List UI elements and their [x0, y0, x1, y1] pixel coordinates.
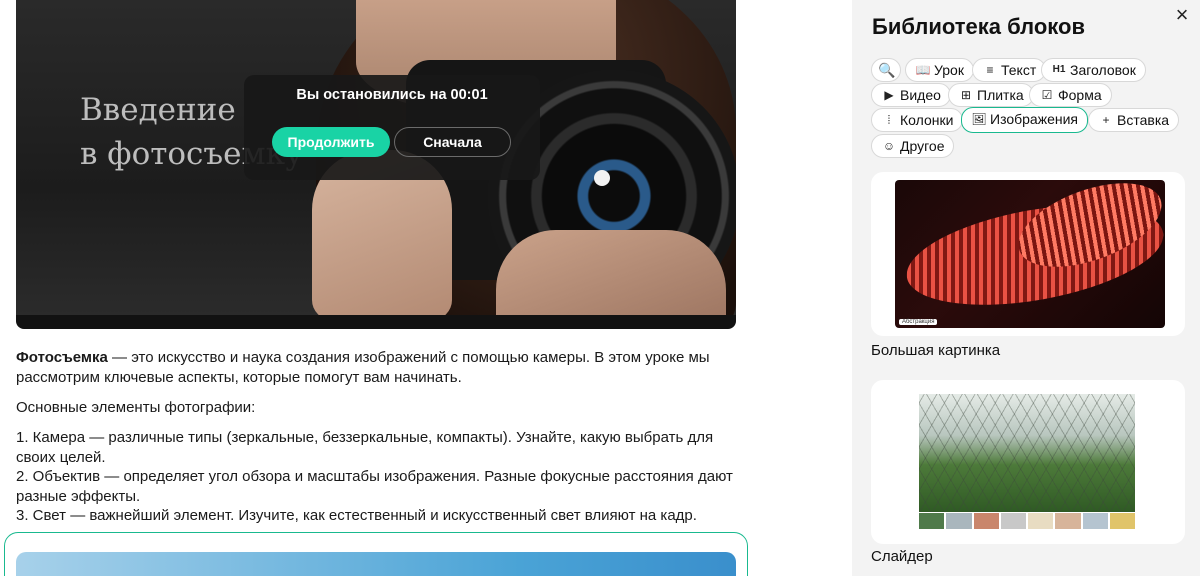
chip-label: Урок: [934, 62, 964, 78]
lesson-list: 1. Камера — различные типы (зеркальные, …: [16, 428, 740, 526]
chip-other[interactable]: ☺ Другое: [871, 134, 955, 158]
search-icon: 🔍: [878, 62, 896, 78]
slider-thumbnail: [1109, 513, 1135, 529]
chip-label: Плитка: [977, 87, 1024, 103]
slider-thumbnail: [946, 513, 972, 529]
list-item: 2. Объектив — определяет угол обзора и м…: [16, 468, 733, 505]
chip-lesson[interactable]: 📖 Урок: [905, 58, 974, 82]
chip-search[interactable]: 🔍: [871, 58, 901, 82]
continue-button[interactable]: Продолжить: [272, 127, 390, 157]
chip-text[interactable]: ≡ Текст: [972, 58, 1047, 82]
lesson-text: Фотосъемка — это искусство и наука созда…: [16, 348, 740, 524]
book-icon: 📖: [915, 63, 931, 77]
image-block-preview: [16, 552, 736, 576]
close-icon[interactable]: ×: [1170, 4, 1194, 28]
chip-label: Вставка: [1117, 112, 1170, 128]
slider-thumbnail: [1028, 513, 1054, 529]
chip-label: Другое: [900, 138, 945, 154]
chip-label: Форма: [1058, 87, 1102, 103]
list-item: 1. Камера — различные типы (зеркальные, …: [16, 429, 714, 466]
card-label-big-image: Большая картинка: [871, 342, 1001, 359]
chip-label: Изображения: [990, 111, 1078, 127]
lesson-intro: Фотосъемка — это искусство и наука созда…: [16, 348, 740, 387]
image-caption: Абстракция: [899, 319, 938, 325]
slider-preview-image: [919, 394, 1135, 512]
chip-images[interactable]: 🖼 Изображения: [961, 107, 1088, 133]
slider-thumbnail: [1000, 513, 1026, 529]
chip-heading[interactable]: H1 Заголовок: [1041, 58, 1146, 82]
chip-label: Текст: [1001, 62, 1037, 78]
big-image-preview: Абстракция: [895, 180, 1165, 328]
chip-label: Колонки: [900, 112, 954, 128]
chip-tiles[interactable]: ⊞ Плитка: [948, 83, 1034, 107]
video-icon: ▶: [884, 88, 894, 102]
slider-thumbnail: [1082, 513, 1108, 529]
slider-thumbnail: [973, 513, 999, 529]
text-icon: ≡: [986, 63, 994, 77]
chip-video[interactable]: ▶ Видео: [871, 83, 951, 107]
panel-title: Библиотека блоков: [872, 14, 1085, 39]
lesson-subtitle: Основные элементы фотографии:: [16, 399, 256, 416]
list-item: 3. Свет — важнейший элемент. Изучите, ка…: [16, 507, 697, 524]
block-card-big-image[interactable]: Абстракция: [871, 172, 1185, 336]
photo-lens-glint: [594, 170, 610, 186]
heading-icon: H1: [1052, 64, 1066, 75]
lesson-content: Введение в фотосъемку Вы остановились на…: [0, 0, 852, 576]
card-label-slider: Слайдер: [871, 548, 933, 565]
chip-form[interactable]: ☑ Форма: [1029, 83, 1112, 107]
greenhouse-dome-graphic: [919, 394, 1135, 512]
lesson-intro-rest: — это искусство и наука создания изображ…: [16, 349, 710, 386]
block-card-slider[interactable]: [871, 380, 1185, 544]
resume-dialog: Вы остановились на 00:01 Продолжить Снач…: [244, 75, 540, 180]
block-library-panel: Библиотека блоков × 🔍 📖 Урок ≡ Текст H1 …: [852, 0, 1200, 576]
chip-embed[interactable]: + Вставка: [1088, 108, 1180, 132]
plus-icon: +: [1102, 113, 1110, 127]
chip-columns[interactable]: ⦙ Колонки: [871, 108, 964, 132]
slider-thumbnail: [919, 513, 945, 529]
other-icon: ☺: [882, 139, 896, 153]
chip-label: Видео: [900, 87, 941, 103]
resume-title: Вы остановились на 00:01: [296, 87, 488, 103]
slider-thumbnail: [1055, 513, 1081, 529]
photo-hand-right: [496, 230, 726, 315]
video-player[interactable]: Введение в фотосъемку Вы остановились на…: [16, 0, 736, 329]
image-icon: 🖼: [971, 112, 987, 126]
slider-thumbnails: [919, 513, 1135, 529]
lesson-intro-bold: Фотосъемка: [16, 349, 108, 366]
restart-button[interactable]: Сначала: [394, 127, 511, 157]
chip-label: Заголовок: [1070, 62, 1136, 78]
tiles-icon: ⊞: [960, 88, 972, 102]
form-icon: ☑: [1041, 88, 1053, 102]
columns-icon: ⦙: [887, 113, 891, 127]
